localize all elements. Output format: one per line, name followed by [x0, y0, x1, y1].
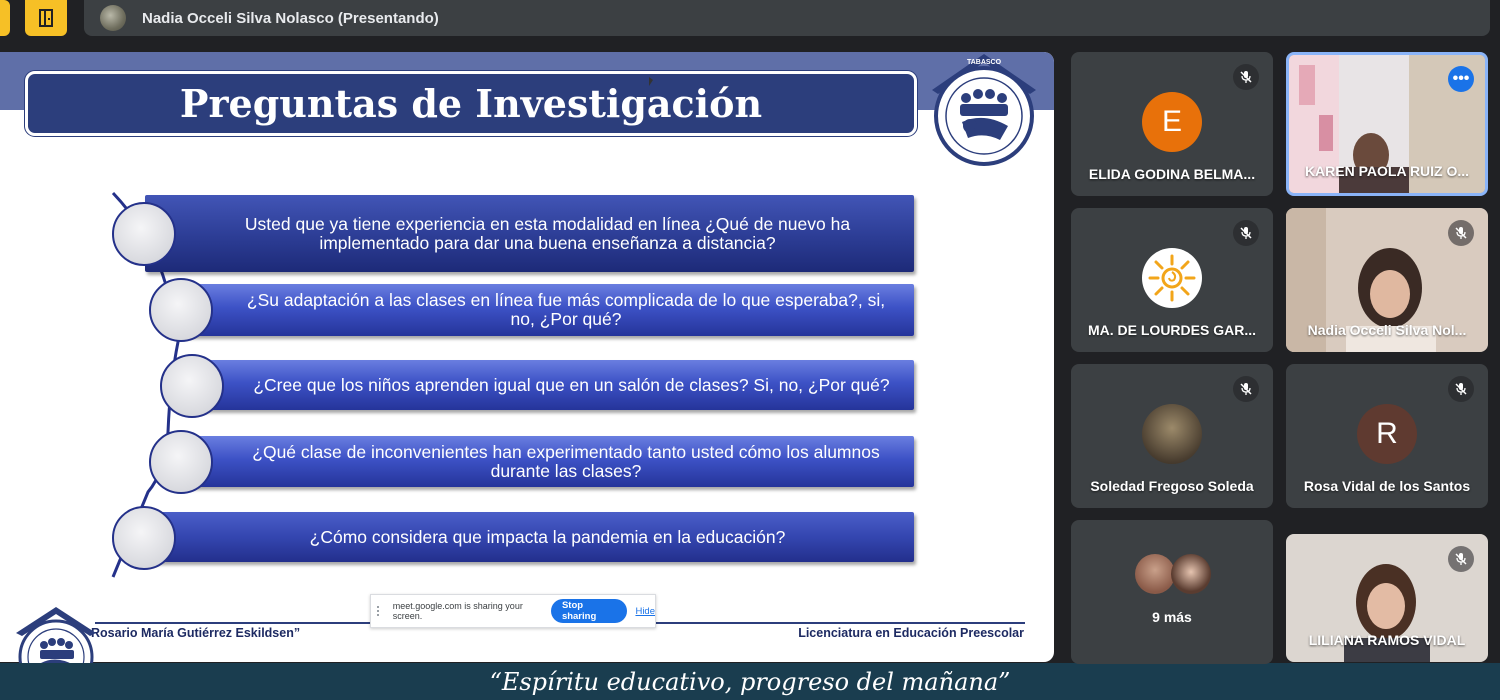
participant-avatar-more-2	[1171, 554, 1211, 594]
top-left-tab[interactable]	[0, 0, 10, 36]
participant-tile-4[interactable]: Nadia Occeli Silva Nol...	[1286, 208, 1488, 352]
more-participants-count: 9 más	[1152, 609, 1192, 625]
participant-avatar-more-1	[1135, 554, 1175, 594]
mic-off-icon	[1233, 220, 1259, 246]
more-options-icon[interactable]: •••	[1448, 66, 1474, 92]
question-bullet-1	[112, 202, 176, 266]
mic-off-icon	[1233, 64, 1259, 90]
question-text-5: ¿Cómo considera que impacta la pandemia …	[309, 526, 786, 547]
top-bar: Nadia Occeli Silva Nolasco (Presentando)	[0, 0, 1500, 38]
avatar-initial: E	[1161, 105, 1182, 138]
question-text-1: Usted que ya tiene experiencia en esta m…	[244, 213, 851, 253]
door-exit-button[interactable]	[25, 0, 67, 36]
sun-icon	[1148, 254, 1196, 302]
share-message: meet.google.com is sharing your screen.	[392, 601, 523, 621]
participant-tile-8[interactable]: LILIANA RAMOS VIDAL	[1286, 534, 1488, 662]
more-participants-tile[interactable]: 9 más	[1071, 520, 1273, 664]
question-bullet-2	[149, 278, 213, 342]
drag-handle-icon[interactable]	[377, 606, 383, 616]
question-text-3: ¿Cree que los niños aprenden igual que e…	[253, 374, 890, 395]
participant-name-6: Rosa Vidal de los Santos	[1303, 478, 1471, 494]
presenter-name: Nadia Occeli Silva Nolasco (Presentando)	[142, 9, 439, 27]
question-bar-5: ¿Cómo considera que impacta la pandemia …	[145, 512, 914, 562]
mic-off-icon	[1448, 220, 1474, 246]
stop-sharing-button[interactable]: Stop sharing	[550, 599, 628, 623]
slide-footer-right: Licenciatura en Educación Preescolar	[798, 626, 1024, 640]
question-bar-1: Usted que ya tiene experiencia en esta m…	[145, 195, 914, 272]
participant-avatar-5	[1142, 404, 1202, 464]
participant-name-8: LILIANA RAMOS VIDAL	[1308, 632, 1466, 648]
avatar-initial: R	[1376, 417, 1398, 450]
participant-name-4: Nadia Occeli Silva Nol...	[1307, 322, 1467, 338]
shared-slide: Preguntas de Investigación TABASCO Usted…	[0, 52, 1054, 662]
question-bullet-3	[160, 354, 224, 418]
timeline-line	[111, 191, 180, 578]
participant-avatar-3	[1142, 248, 1202, 308]
mic-off-icon	[1233, 376, 1259, 402]
question-bullet-5	[112, 506, 176, 570]
slide-footer-left: Rosario María Gutiérrez Eskildsen”	[91, 626, 301, 640]
question-text-2: ¿Su adaptación a las clases en línea fue…	[246, 290, 886, 329]
motto-text: “Espíritu educativo, progreso del mañana…	[489, 667, 1011, 696]
question-text-4: ¿Qué clase de inconvenientes han experim…	[252, 441, 880, 481]
participant-tile-1[interactable]: E ELIDA GODINA BELMA...	[1071, 52, 1273, 196]
participant-name-5: Soledad Fregoso Soleda	[1090, 478, 1254, 494]
door-icon	[39, 9, 53, 27]
participant-name-2: KAREN PAOLA RUIZ O...	[1304, 163, 1470, 179]
presenter-avatar	[100, 5, 126, 31]
motto-banner: “Espíritu educativo, progreso del mañana…	[0, 663, 1500, 700]
participant-tile-2[interactable]: ••• KAREN PAOLA RUIZ O...	[1286, 52, 1488, 196]
screen-share-bar: meet.google.com is sharing your screen. …	[370, 594, 656, 628]
participant-name-3: MA. DE LOURDES GAR...	[1087, 322, 1256, 338]
hide-share-bar-link[interactable]: Hide	[635, 606, 655, 617]
question-bar-3: ¿Cree que los niños aprenden igual que e…	[193, 360, 914, 410]
mic-off-icon	[1448, 376, 1474, 402]
participant-tile-5[interactable]: Soledad Fregoso Soleda	[1071, 364, 1273, 508]
question-bullet-4	[149, 430, 213, 494]
participant-tile-6[interactable]: R Rosa Vidal de los Santos	[1286, 364, 1488, 508]
presenter-indicator[interactable]: Nadia Occeli Silva Nolasco (Presentando)	[84, 0, 1490, 36]
mic-off-icon	[1448, 546, 1474, 572]
participant-name-1: ELIDA GODINA BELMA...	[1088, 166, 1256, 182]
participant-avatar-6: R	[1357, 404, 1417, 464]
question-bar-4: ¿Qué clase de inconvenientes han experim…	[182, 436, 914, 487]
question-bar-2: ¿Su adaptación a las clases en línea fue…	[182, 284, 914, 336]
participant-avatar-1: E	[1142, 92, 1202, 152]
participant-tile-3[interactable]: MA. DE LOURDES GAR...	[1071, 208, 1273, 352]
